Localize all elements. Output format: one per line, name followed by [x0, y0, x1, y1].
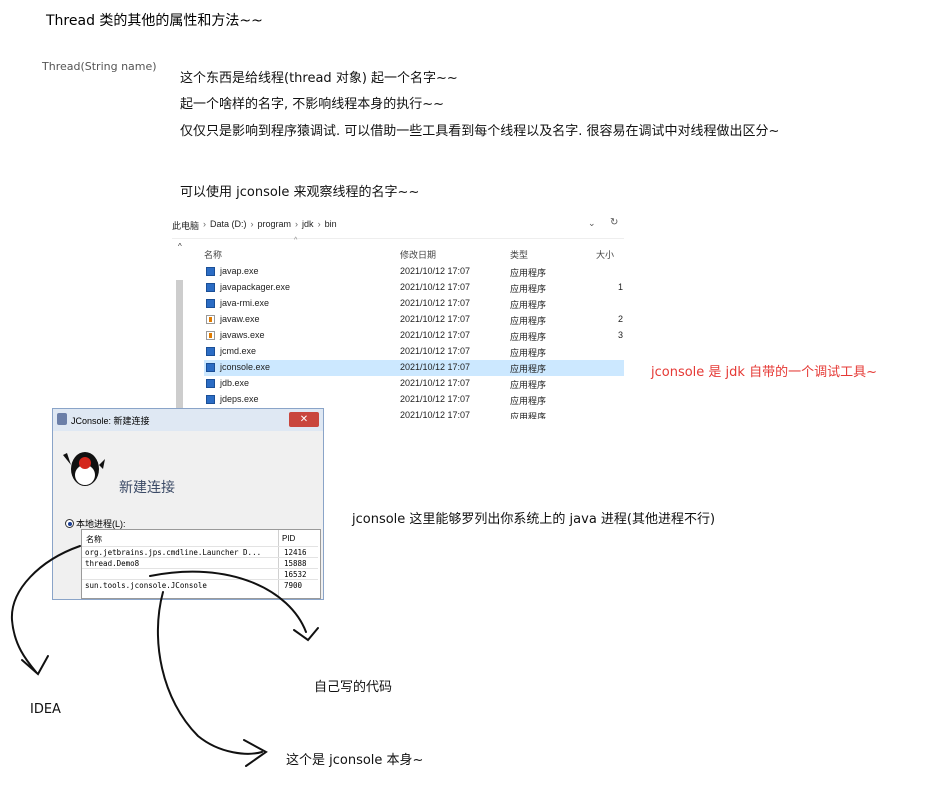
annotation-arrows: [10, 545, 319, 767]
note-idea: IDEA: [30, 702, 61, 717]
arrow-to-own-code: [149, 570, 307, 633]
note-jconsole-self: 这个是 jconsole 本身~: [286, 753, 424, 768]
arrow-to-jconsole-self: [156, 591, 263, 755]
note-own-code: 自己写的代码: [314, 680, 393, 695]
arrow-to-idea: [10, 545, 81, 673]
